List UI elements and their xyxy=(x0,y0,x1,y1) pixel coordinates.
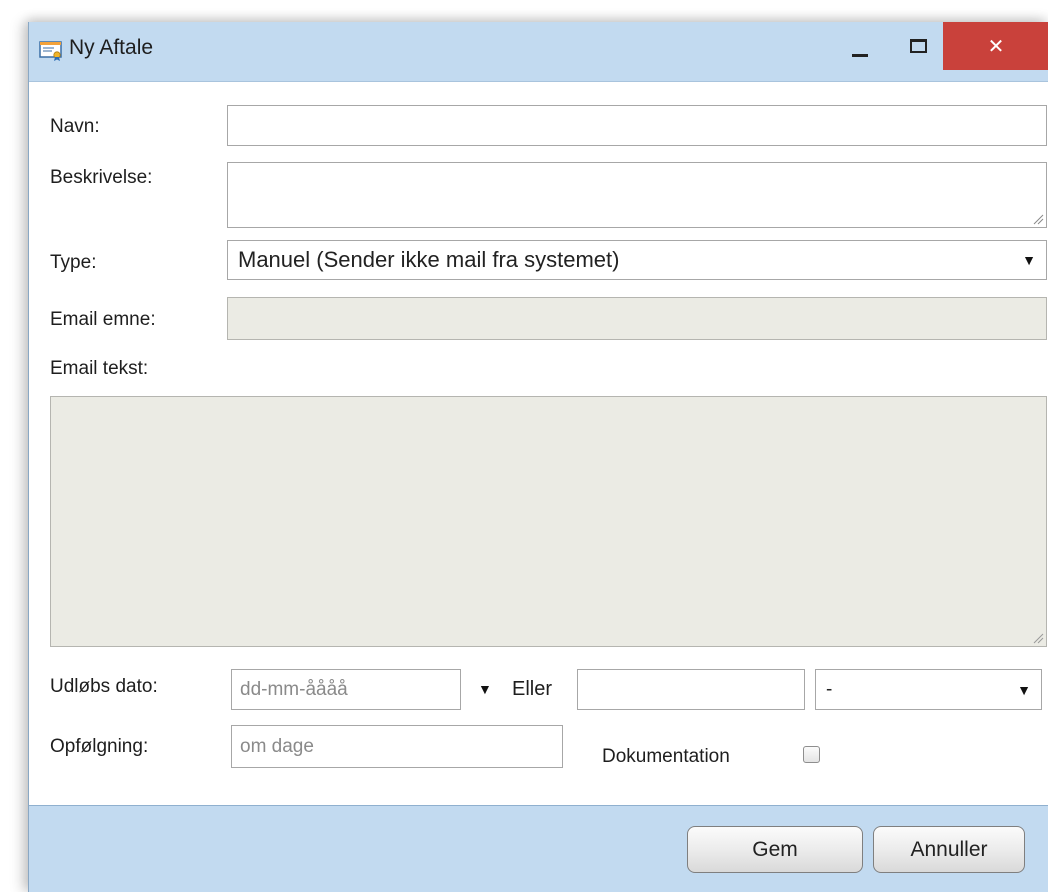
maximize-button[interactable] xyxy=(895,22,941,70)
documentation-label: Dokumentation xyxy=(602,746,730,767)
expiry-unit-select[interactable]: - ▼ xyxy=(815,669,1042,710)
email-text-textarea[interactable] xyxy=(50,396,1047,647)
type-label: Type: xyxy=(50,252,97,273)
email-text-label: Email tekst: xyxy=(50,358,149,379)
cancel-button[interactable]: Annuller xyxy=(873,826,1025,873)
email-subject-label: Email emne: xyxy=(50,309,156,330)
save-button[interactable]: Gem xyxy=(687,826,863,873)
followup-days-input[interactable] xyxy=(231,725,563,768)
dialog-footer: Gem Annuller xyxy=(29,805,1048,892)
expiry-alt-input[interactable] xyxy=(577,669,805,710)
minimize-button[interactable] xyxy=(837,22,883,70)
email-subject-input[interactable] xyxy=(227,297,1047,340)
title-bar[interactable]: Ny Aftale ✕ xyxy=(29,22,1048,82)
followup-label: Opfølgning: xyxy=(50,736,149,757)
date-dropdown-icon[interactable]: ▼ xyxy=(478,681,492,697)
minimize-icon xyxy=(852,53,868,57)
documentation-checkbox[interactable] xyxy=(803,746,820,763)
close-button[interactable]: ✕ xyxy=(943,22,1048,70)
maximize-icon xyxy=(909,39,927,53)
close-icon: ✕ xyxy=(987,35,1005,58)
expiry-date-input[interactable] xyxy=(231,669,461,710)
expiry-unit-value: - xyxy=(826,678,833,700)
description-textarea[interactable] xyxy=(227,162,1047,228)
type-select[interactable]: Manuel (Sender ikke mail fra systemet) ▼ xyxy=(227,240,1047,280)
or-label: Eller xyxy=(512,678,553,700)
window-title: Ny Aftale xyxy=(69,36,154,59)
chevron-down-icon: ▼ xyxy=(1022,252,1036,268)
description-label: Beskrivelse: xyxy=(50,167,153,188)
chevron-down-icon: ▼ xyxy=(1017,681,1031,698)
name-label: Navn: xyxy=(50,116,100,137)
certificate-icon xyxy=(39,41,63,61)
expiry-date-label: Udløbs dato: xyxy=(50,676,158,697)
type-selected-value: Manuel (Sender ikke mail fra systemet) xyxy=(238,247,620,272)
dialog-window: Ny Aftale ✕ Navn: Beskrivelse: Type: Man… xyxy=(28,22,1048,892)
name-input[interactable] xyxy=(227,105,1047,146)
